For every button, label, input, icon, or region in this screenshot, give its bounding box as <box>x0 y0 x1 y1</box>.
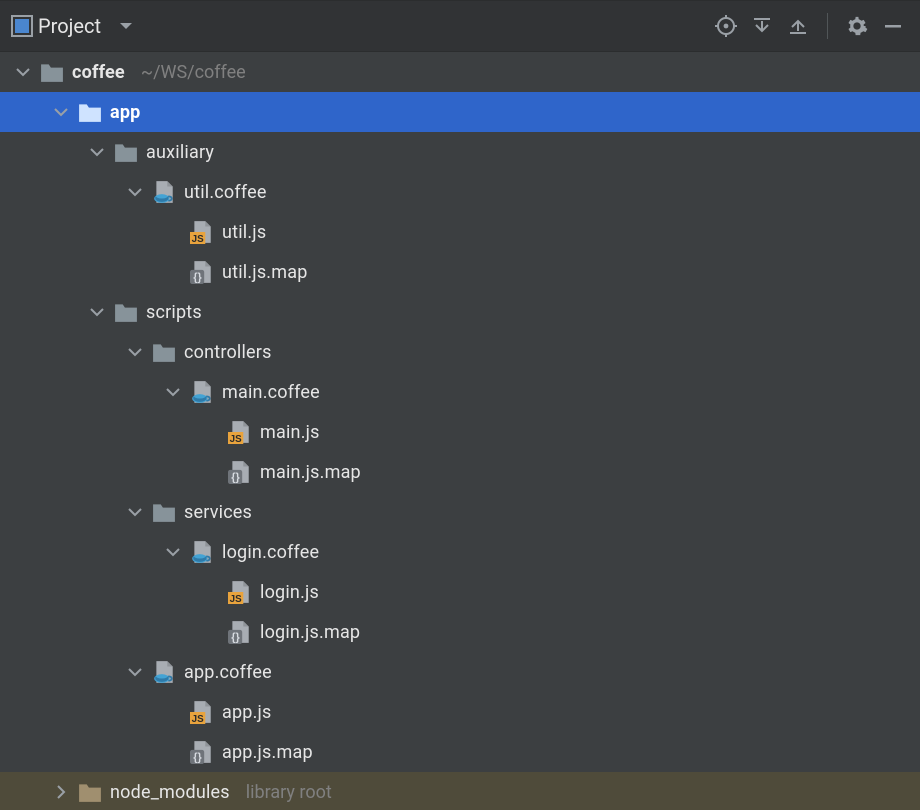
tree-row[interactable]: auxiliary <box>0 132 920 172</box>
svg-text:{}: {} <box>231 472 240 484</box>
chevron-down-icon[interactable] <box>52 103 70 121</box>
tree-item-label: login.js.map <box>260 622 360 643</box>
tree-item-label: scripts <box>146 302 202 323</box>
svg-text:JS: JS <box>230 594 242 604</box>
chevron-down-icon[interactable] <box>14 63 32 81</box>
tree-row[interactable]: scripts <box>0 292 920 332</box>
js-file-icon: JS <box>190 700 214 724</box>
chevron-down-icon[interactable] <box>88 303 106 321</box>
tree-row[interactable]: JS login.js <box>0 572 920 612</box>
svg-text:JS: JS <box>192 234 204 244</box>
folder-icon <box>78 100 102 124</box>
tree-row[interactable]: main.coffee <box>0 372 920 412</box>
tree-row[interactable]: JS util.js <box>0 212 920 252</box>
tree-item-label: main.coffee <box>222 382 320 403</box>
coffee-file-icon <box>152 180 176 204</box>
js-file-icon: JS <box>190 220 214 244</box>
tree-item-label: util.js <box>222 222 266 243</box>
folder-icon <box>40 60 64 84</box>
panel-toolbar: Project <box>0 0 920 52</box>
tree-item-label: auxiliary <box>146 142 214 163</box>
coffee-file-icon <box>190 540 214 564</box>
chevron-down-icon[interactable] <box>126 183 144 201</box>
tree-row[interactable]: util.coffee <box>0 172 920 212</box>
chevron-down-icon[interactable] <box>126 503 144 521</box>
tree-item-suffix: library root <box>246 782 332 803</box>
chevron-down-icon <box>119 19 133 33</box>
tree-row[interactable]: {} login.js.map <box>0 612 920 652</box>
minimize-icon <box>882 15 904 37</box>
tree-item-label: util.coffee <box>184 182 267 203</box>
svg-text:{}: {} <box>231 632 240 644</box>
svg-text:JS: JS <box>192 714 204 724</box>
tree-item-label: login.coffee <box>222 542 319 563</box>
tree-row[interactable]: controllers <box>0 332 920 372</box>
chevron-down-icon[interactable] <box>88 143 106 161</box>
collapse-all-icon <box>787 15 809 37</box>
tree-row[interactable]: services <box>0 492 920 532</box>
chevron-down-icon[interactable] <box>164 543 182 561</box>
chevron-down-icon[interactable] <box>126 663 144 681</box>
hide-button[interactable] <box>876 9 910 43</box>
target-icon <box>715 15 737 37</box>
map-file-icon: {} <box>190 260 214 284</box>
map-file-icon: {} <box>228 620 252 644</box>
separator <box>827 13 828 39</box>
tree-item-label: main.js.map <box>260 462 361 483</box>
panel-title-dropdown[interactable]: Project <box>10 14 133 38</box>
tree-item-label: app.js <box>222 702 272 723</box>
collapse-all-button[interactable] <box>781 9 815 43</box>
project-tree[interactable]: coffee ~/WS/coffeeapp auxiliary util.coffee… <box>0 52 920 810</box>
tree-row[interactable]: node_modules library root <box>0 772 920 810</box>
tree-row[interactable]: app.coffee <box>0 652 920 692</box>
panel-title: Project <box>38 14 101 38</box>
tree-item-label: main.js <box>260 422 320 443</box>
expand-all-button[interactable] <box>745 9 779 43</box>
coffee-file-icon <box>152 660 176 684</box>
svg-text:{}: {} <box>193 272 202 284</box>
tree-row[interactable]: JS app.js <box>0 692 920 732</box>
tree-item-label: app.js.map <box>222 742 313 763</box>
folder-icon <box>78 780 102 804</box>
chevron-down-icon[interactable] <box>126 343 144 361</box>
svg-text:{}: {} <box>193 752 202 764</box>
folder-icon <box>114 140 138 164</box>
project-icon <box>10 14 34 38</box>
js-file-icon: JS <box>228 580 252 604</box>
map-file-icon: {} <box>228 460 252 484</box>
tree-item-label: controllers <box>184 342 272 363</box>
coffee-file-icon <box>190 380 214 404</box>
tree-item-label: util.js.map <box>222 262 308 283</box>
folder-icon <box>114 300 138 324</box>
tree-row[interactable]: {} main.js.map <box>0 452 920 492</box>
tree-row[interactable]: {} app.js.map <box>0 732 920 772</box>
tree-row[interactable]: coffee ~/WS/coffee <box>0 52 920 92</box>
tree-item-label: app <box>110 102 140 123</box>
locate-button[interactable] <box>709 9 743 43</box>
project-panel: Project <box>0 0 920 810</box>
folder-icon <box>152 340 176 364</box>
tree-row[interactable]: login.coffee <box>0 532 920 572</box>
settings-button[interactable] <box>840 9 874 43</box>
tree-item-label: login.js <box>260 582 319 603</box>
chevron-down-icon[interactable] <box>164 383 182 401</box>
tree-row[interactable]: app <box>0 92 920 132</box>
folder-icon <box>152 500 176 524</box>
gear-icon <box>846 15 868 37</box>
tree-row[interactable]: JS main.js <box>0 412 920 452</box>
tree-item-label: services <box>184 502 252 523</box>
expand-all-icon <box>751 15 773 37</box>
tree-item-suffix: ~/WS/coffee <box>141 62 246 83</box>
tree-row[interactable]: {} util.js.map <box>0 252 920 292</box>
map-file-icon: {} <box>190 740 214 764</box>
tree-item-label: node_modules <box>110 782 230 803</box>
tree-item-label: coffee <box>72 62 125 83</box>
chevron-right-icon[interactable] <box>52 783 70 801</box>
tree-item-label: app.coffee <box>184 662 272 683</box>
js-file-icon: JS <box>228 420 252 444</box>
svg-text:JS: JS <box>230 434 242 444</box>
